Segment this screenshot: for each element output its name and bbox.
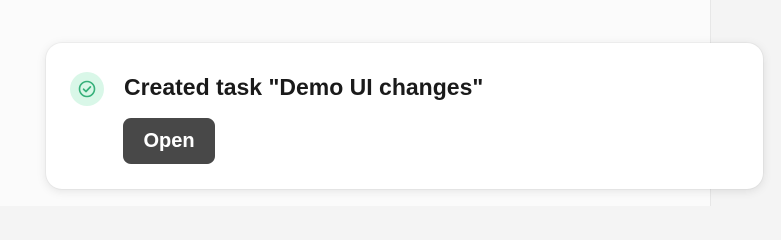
- open-button[interactable]: Open: [123, 118, 215, 164]
- check-circle-icon-graphic: [78, 80, 96, 98]
- toast-notification: Created task "Demo UI changes" Open: [46, 43, 763, 189]
- toast-message: Created task "Demo UI changes": [124, 74, 484, 100]
- check-circle-icon: [70, 72, 104, 106]
